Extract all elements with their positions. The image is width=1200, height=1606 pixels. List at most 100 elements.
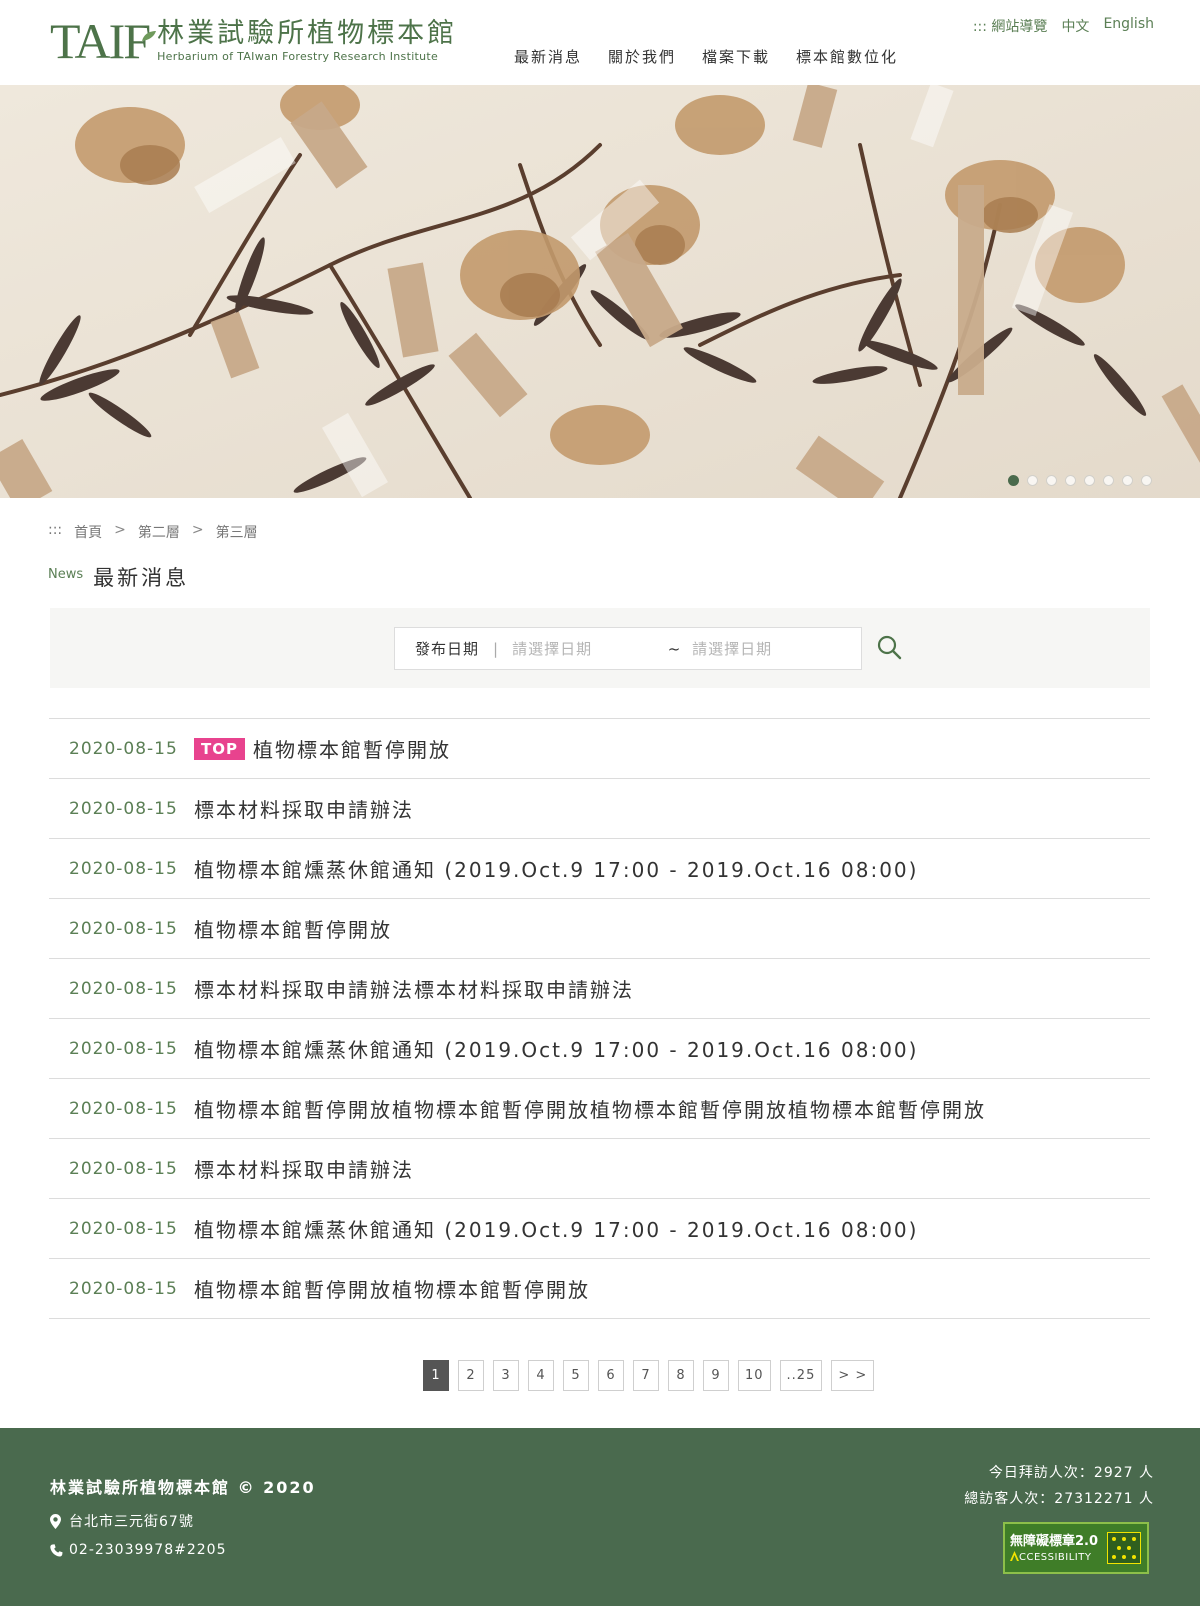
location-pin-icon — [50, 1513, 61, 1529]
news-date: 2020-08-15 — [69, 918, 178, 939]
hero-banner — [0, 85, 1200, 498]
site-name-en: Herbarium of TAIwan Forestry Research In… — [157, 50, 439, 63]
carousel-dots — [1008, 475, 1152, 486]
news-date: 2020-08-15 — [69, 1038, 178, 1059]
page-button-last[interactable]: ..25 — [779, 1360, 823, 1391]
breadcrumb-level-3[interactable]: 第三層 — [216, 522, 258, 542]
carousel-dot[interactable] — [1122, 475, 1133, 486]
news-row[interactable]: 2020-08-15 標本材料採取申請辦法標本材料採取申請辦法 — [49, 959, 1150, 1019]
nav-item-news[interactable]: 最新消息 — [514, 46, 582, 67]
accessibility-a-icon — [1010, 1551, 1019, 1561]
page-button[interactable]: 6 — [598, 1360, 624, 1391]
end-date-input[interactable] — [692, 639, 833, 658]
logo-text: 林業試驗所植物標本館 Herbarium of TAIwan Forestry … — [157, 18, 457, 64]
logo-wordmark: TAIF — [50, 13, 151, 69]
breadcrumb-home[interactable]: 首頁 — [74, 522, 102, 542]
site-logo[interactable]: TAIF 林業試驗所植物標本館 Herbarium of TAIwan Fore… — [50, 16, 457, 66]
date-range-separator: ~ — [667, 639, 681, 658]
visitor-stats: 今日拜訪人次：2927 人 總訪客人次：27312271 人 — [964, 1460, 1154, 1512]
page-button[interactable]: 2 — [458, 1360, 484, 1391]
footer-address: 台北市三元街67號 — [50, 1511, 194, 1531]
carousel-dot[interactable] — [1008, 475, 1019, 486]
pagination: 1 2 3 4 5 6 7 8 9 10 ..25 > > — [423, 1360, 875, 1391]
page-button[interactable]: 10 — [738, 1360, 771, 1391]
main-nav: 最新消息 關於我們 檔案下載 標本館數位化 — [514, 46, 898, 67]
carousel-dot[interactable] — [1065, 475, 1076, 486]
page-button[interactable]: 4 — [528, 1360, 554, 1391]
footer-phone-text[interactable]: 02-23039978#2205 — [69, 1542, 226, 1558]
nav-item-about[interactable]: 關於我們 — [608, 46, 676, 67]
news-title[interactable]: 植物標本館暫停開放 — [194, 914, 392, 943]
breadcrumb-separator: > — [191, 522, 204, 538]
page-title-zh: 最新消息 — [93, 566, 190, 590]
page-button[interactable]: 3 — [493, 1360, 519, 1391]
top-badge: TOP — [194, 737, 245, 760]
news-row[interactable]: 2020-08-15 TOP 植物標本館暫停開放 — [49, 719, 1150, 779]
news-row[interactable]: 2020-08-15 標本材料採取申請辦法 — [49, 1139, 1150, 1199]
news-row[interactable]: 2020-08-15 植物標本館暫停開放 — [49, 899, 1150, 959]
footer-title: 林業試驗所植物標本館 © 2020 — [50, 1478, 316, 1497]
breadcrumb: ::: 首頁 > 第二層 > 第三層 — [48, 522, 258, 542]
news-title-wrap: TOP 植物標本館暫停開放 — [194, 734, 451, 763]
carousel-dot[interactable] — [1141, 475, 1152, 486]
news-row[interactable]: 2020-08-15 植物標本館暫停開放植物標本館暫停開放 — [49, 1259, 1150, 1319]
breadcrumb-marker: ::: — [48, 522, 63, 538]
utility-nav: ::: 網站導覽 中文 English — [973, 16, 1154, 36]
news-row[interactable]: 2020-08-15 標本材料採取申請辦法 — [49, 779, 1150, 839]
visitors-today: 今日拜訪人次：2927 人 — [988, 1465, 1154, 1481]
lang-zh-link[interactable]: 中文 — [1061, 16, 1089, 36]
accessibility-badge[interactable]: 無障礙標章2.0 CCESSIBILITY — [1003, 1522, 1149, 1574]
news-title[interactable]: 植物標本館燻蒸休館通知 (2019.Oct.9 17:00 - 2019.Oct… — [194, 1214, 918, 1243]
accessibility-grid-icon — [1107, 1532, 1141, 1564]
date-filter-label: 發布日期 — [415, 640, 480, 658]
news-list: 2020-08-15 TOP 植物標本館暫停開放 2020-08-15 標本材料… — [49, 718, 1150, 1319]
news-title[interactable]: 標本材料採取申請辦法 — [194, 1154, 414, 1183]
page-button[interactable]: 7 — [633, 1360, 659, 1391]
nav-item-downloads[interactable]: 檔案下載 — [702, 46, 770, 67]
news-title[interactable]: 植物標本館暫停開放 — [253, 734, 451, 763]
lang-en-link[interactable]: English — [1103, 16, 1154, 36]
page-button[interactable]: 5 — [563, 1360, 589, 1391]
news-title[interactable]: 植物標本館暫停開放植物標本館暫停開放植物標本館暫停開放植物標本館暫停開放 — [194, 1094, 986, 1123]
news-date: 2020-08-15 — [69, 738, 178, 759]
news-date: 2020-08-15 — [69, 1158, 178, 1179]
leaf-icon — [142, 31, 156, 41]
next-page-button[interactable]: > > — [831, 1360, 875, 1391]
accessibility-badge-title: 無障礙標章2.0 — [1010, 1534, 1099, 1549]
date-range-box: 發布日期 | ~ — [394, 627, 862, 670]
sitemap-link[interactable]: ::: 網站導覽 — [973, 16, 1048, 36]
carousel-dot[interactable] — [1046, 475, 1057, 486]
page-title-en: News — [48, 567, 84, 582]
carousel-dot[interactable] — [1084, 475, 1095, 486]
news-title[interactable]: 植物標本館燻蒸休館通知 (2019.Oct.9 17:00 - 2019.Oct… — [194, 1034, 918, 1063]
footer-phone: 02-23039978#2205 — [50, 1542, 226, 1558]
news-row[interactable]: 2020-08-15 植物標本館燻蒸休館通知 (2019.Oct.9 17:00… — [49, 839, 1150, 899]
news-row[interactable]: 2020-08-15 植物標本館燻蒸休館通知 (2019.Oct.9 17:00… — [49, 1199, 1150, 1259]
news-title[interactable]: 標本材料採取申請辦法 — [194, 794, 414, 823]
page-button-current[interactable]: 1 — [423, 1360, 449, 1391]
news-date: 2020-08-15 — [69, 1098, 178, 1119]
breadcrumb-level-2[interactable]: 第二層 — [138, 522, 180, 542]
news-title[interactable]: 標本材料採取申請辦法標本材料採取申請辦法 — [194, 974, 634, 1003]
news-date: 2020-08-15 — [69, 798, 178, 819]
news-date: 2020-08-15 — [69, 978, 178, 999]
carousel-dot[interactable] — [1103, 475, 1114, 486]
site-header: TAIF 林業試驗所植物標本館 Herbarium of TAIwan Fore… — [0, 0, 1200, 85]
carousel-dot[interactable] — [1027, 475, 1038, 486]
page-button[interactable]: 8 — [668, 1360, 694, 1391]
site-footer: 林業試驗所植物標本館 © 2020 台北市三元街67號 02-23039978#… — [0, 1428, 1200, 1606]
page-title: News 最新消息 — [48, 562, 189, 592]
visitors-total: 總訪客人次：27312271 人 — [964, 1491, 1154, 1507]
news-row[interactable]: 2020-08-15 植物標本館燻蒸休館通知 (2019.Oct.9 17:00… — [49, 1019, 1150, 1079]
news-title[interactable]: 植物標本館燻蒸休館通知 (2019.Oct.9 17:00 - 2019.Oct… — [194, 854, 918, 883]
page-button[interactable]: 9 — [703, 1360, 729, 1391]
news-title[interactable]: 植物標本館暫停開放植物標本館暫停開放 — [194, 1274, 590, 1303]
start-date-input[interactable] — [512, 639, 663, 658]
news-date: 2020-08-15 — [69, 858, 178, 879]
site-name-zh: 林業試驗所植物標本館 — [157, 18, 458, 49]
label-divider: | — [493, 639, 499, 658]
news-date: 2020-08-15 — [69, 1218, 178, 1239]
nav-item-digitization[interactable]: 標本館數位化 — [796, 46, 898, 67]
news-row[interactable]: 2020-08-15 植物標本館暫停開放植物標本館暫停開放植物標本館暫停開放植物… — [49, 1079, 1150, 1139]
search-icon[interactable] — [876, 634, 902, 660]
